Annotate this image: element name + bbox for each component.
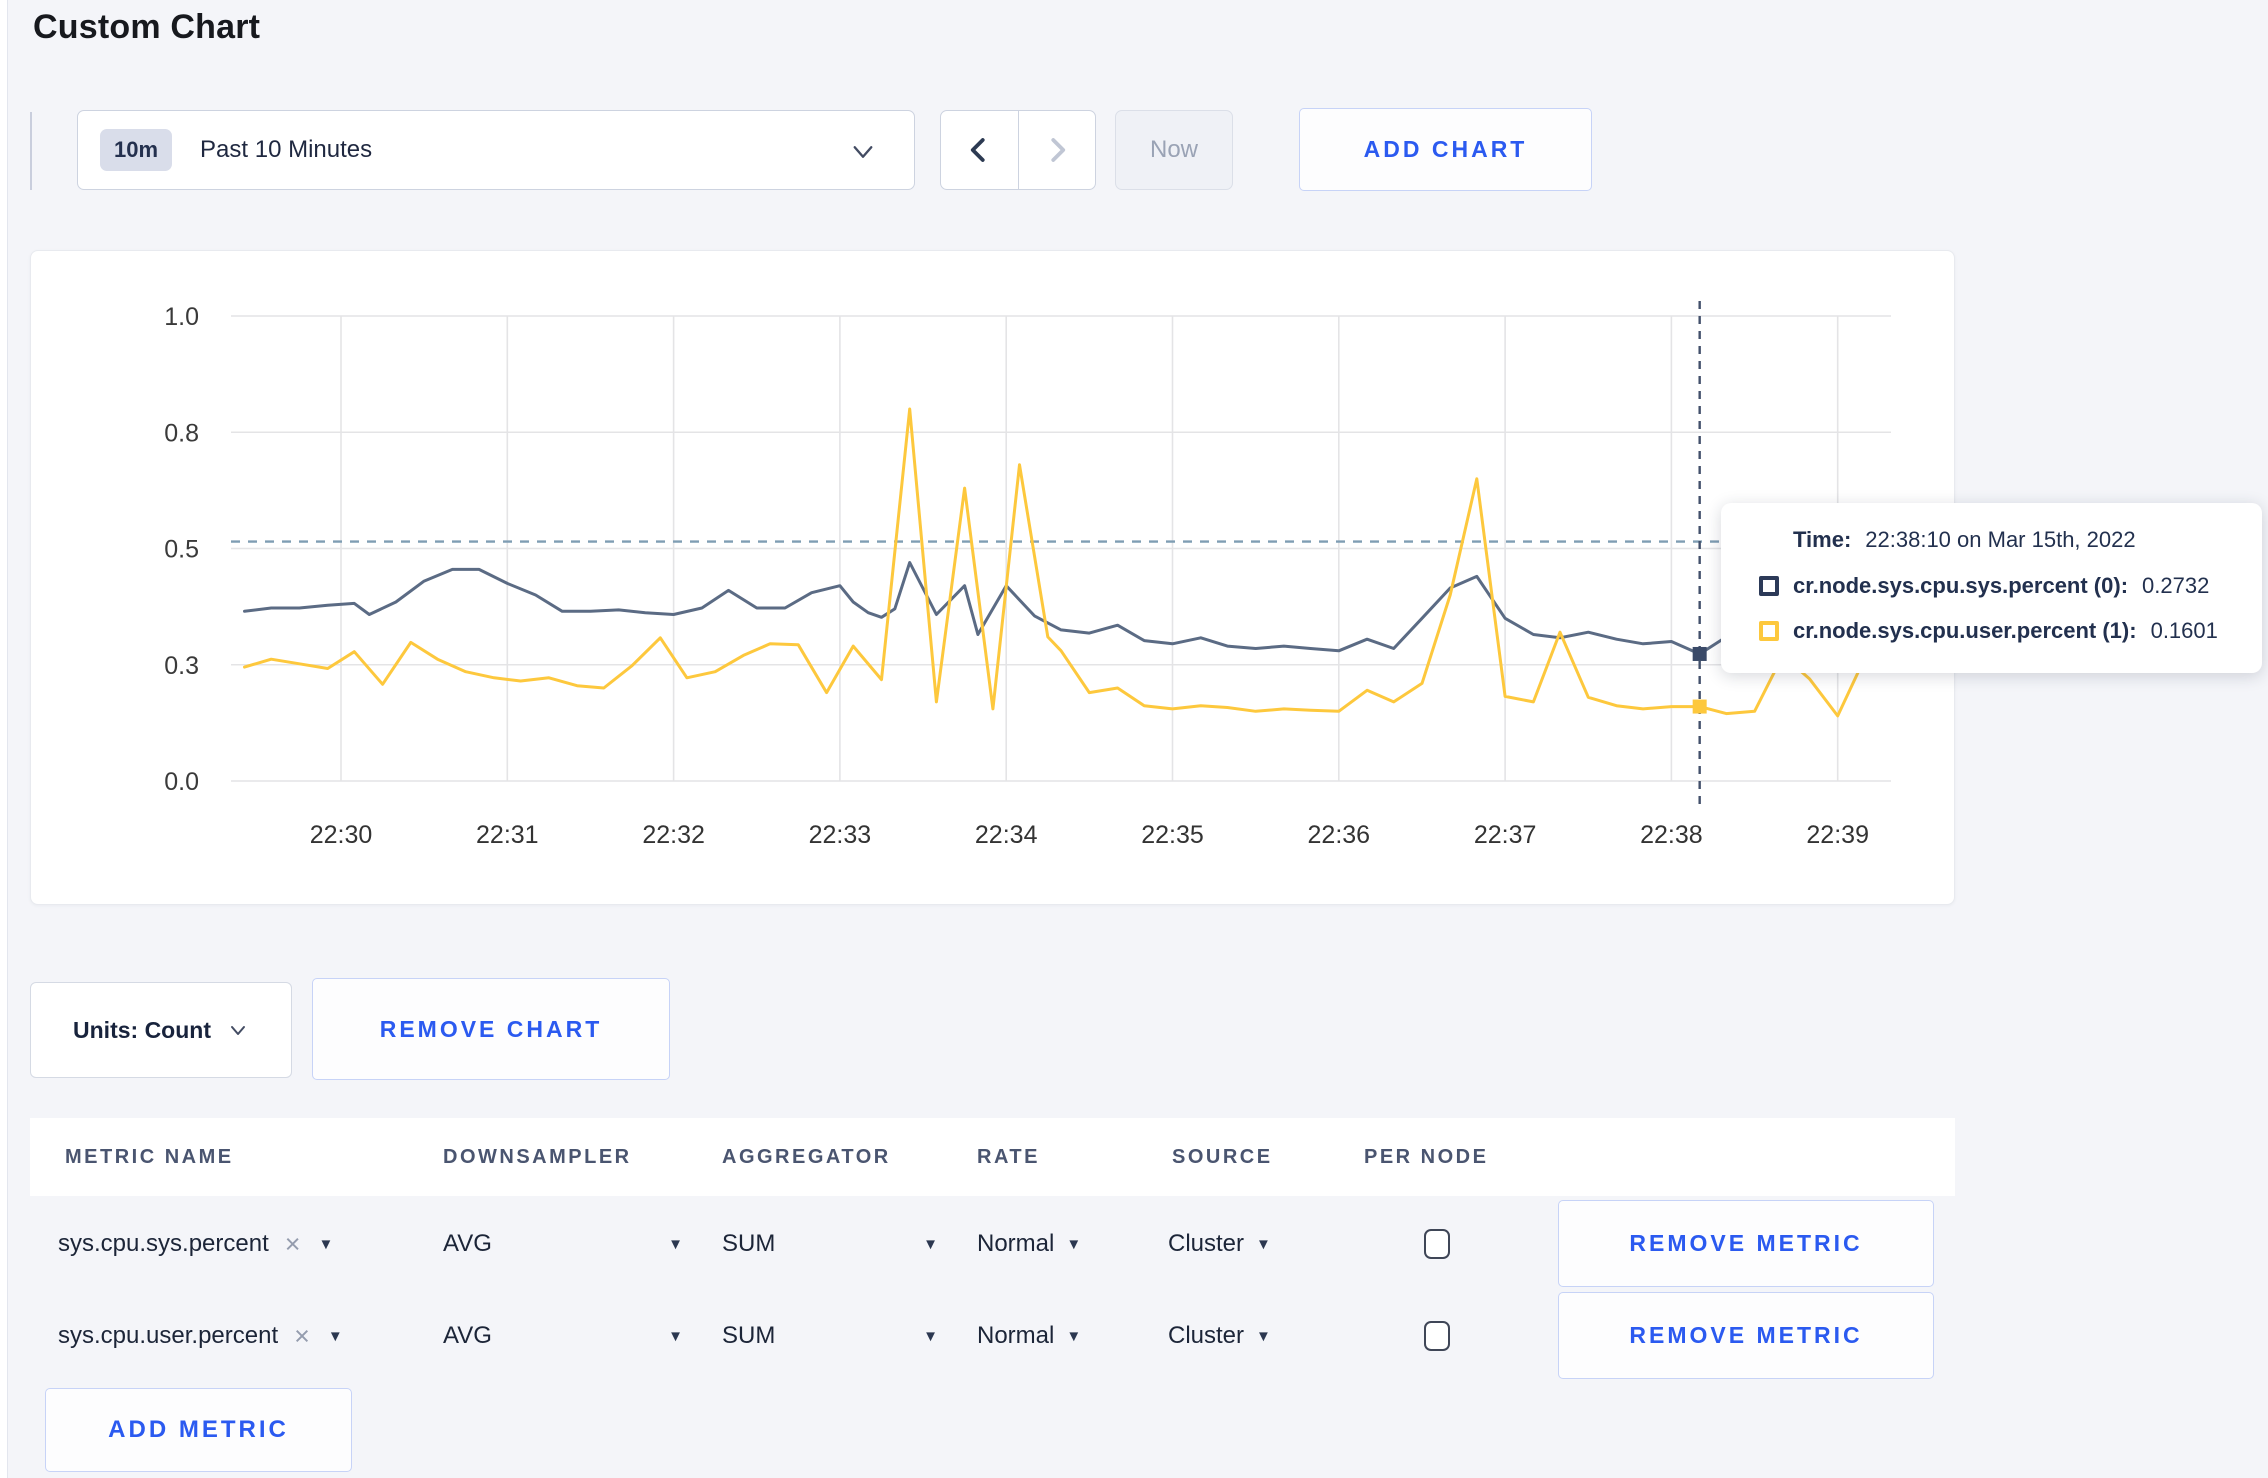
column-header-metric-name: METRIC NAME — [65, 1146, 234, 1168]
svg-text:22:36: 22:36 — [1308, 821, 1371, 849]
caret-down-icon[interactable]: ▼ — [923, 1328, 938, 1345]
caret-down-icon[interactable]: ▼ — [1256, 1236, 1271, 1253]
tooltip-series-value: 0.2732 — [2142, 573, 2210, 598]
rate-select[interactable]: Normal — [977, 1322, 1054, 1350]
caret-down-icon[interactable]: ▼ — [923, 1236, 938, 1253]
aggregator-select[interactable]: SUM — [722, 1230, 775, 1258]
tooltip-series-value: 0.1601 — [2150, 618, 2218, 643]
caret-down-icon[interactable]: ▼ — [668, 1236, 683, 1253]
column-header-per-node: PER NODE — [1364, 1146, 1489, 1168]
units-dropdown[interactable]: Units: Count — [30, 982, 292, 1078]
chart-tooltip: Time: 22:38:10 on Mar 15th, 2022 cr.node.… — [1721, 503, 2262, 673]
svg-text:1.0: 1.0 — [164, 303, 199, 331]
caret-down-icon[interactable]: ▼ — [1066, 1236, 1081, 1253]
caret-down-icon[interactable]: ▼ — [1066, 1328, 1081, 1345]
tooltip-series-name: cr.node.sys.cpu.user.percent (1): — [1793, 618, 2137, 643]
remove-metric-button[interactable]: REMOVE METRIC — [1558, 1200, 1934, 1287]
metric-name-value[interactable]: sys.cpu.user.percent — [58, 1322, 278, 1350]
timescale-dropdown[interactable]: 10m Past 10 Minutes — [77, 110, 915, 190]
svg-text:22:37: 22:37 — [1474, 821, 1537, 849]
chevron-down-icon — [230, 1026, 245, 1035]
series-swatch-sys-icon — [1759, 576, 1779, 596]
svg-text:22:39: 22:39 — [1806, 821, 1869, 849]
downsampler-select[interactable]: AVG — [443, 1230, 492, 1258]
previous-timespan-button[interactable] — [941, 111, 1019, 189]
clear-metric-icon[interactable]: × — [285, 1229, 301, 1260]
svg-text:0.5: 0.5 — [164, 536, 199, 564]
metric-row: sys.cpu.user.percent × ▼ AVG ▼ SUM ▼ Nor… — [30, 1292, 1955, 1380]
svg-text:22:32: 22:32 — [642, 821, 705, 849]
column-header-downsampler: DOWNSAMPLER — [443, 1146, 632, 1168]
svg-text:22:38: 22:38 — [1640, 821, 1703, 849]
per-node-checkbox[interactable] — [1424, 1321, 1450, 1351]
timescale-badge: 10m — [100, 129, 173, 171]
tooltip-series-name: cr.node.sys.cpu.sys.percent (0): — [1793, 573, 2129, 598]
page-title: Custom Chart — [33, 8, 261, 46]
column-header-source: SOURCE — [1172, 1146, 1273, 1168]
time-nav-group — [940, 110, 1096, 190]
now-button[interactable]: Now — [1115, 110, 1233, 190]
tooltip-time: Time: 22:38:10 on Mar 15th, 2022 — [1793, 527, 2136, 553]
source-select[interactable]: Cluster — [1168, 1322, 1244, 1350]
caret-down-icon[interactable]: ▼ — [328, 1328, 343, 1345]
chart-svg[interactable]: 0.0 0.3 0.5 0.8 1.0 22:30 22:31 22:32 22:33 22:34… — [31, 251, 1956, 906]
tooltip-series-row: cr.node.sys.cpu.user.percent (1): 0.1601 — [1759, 618, 2218, 644]
add-metric-button[interactable]: ADD METRIC — [45, 1388, 352, 1472]
tooltip-time-label: Time: — [1793, 527, 1852, 552]
remove-chart-button[interactable]: REMOVE CHART — [312, 978, 670, 1080]
caret-down-icon[interactable]: ▼ — [1256, 1328, 1271, 1345]
caret-down-icon[interactable]: ▼ — [319, 1236, 334, 1253]
page-left-gutter — [0, 0, 8, 1478]
svg-text:0.3: 0.3 — [164, 652, 199, 680]
caret-down-icon[interactable]: ▼ — [668, 1328, 683, 1345]
source-select[interactable]: Cluster — [1168, 1230, 1244, 1258]
series-swatch-user-icon — [1759, 621, 1779, 641]
rate-select[interactable]: Normal — [977, 1230, 1054, 1258]
downsampler-select[interactable]: AVG — [443, 1322, 492, 1350]
svg-text:0.0: 0.0 — [164, 768, 199, 796]
tooltip-time-value: 22:38:10 on Mar 15th, 2022 — [1865, 527, 2136, 552]
column-header-rate: RATE — [977, 1146, 1040, 1168]
clear-metric-icon[interactable]: × — [294, 1321, 310, 1352]
metric-row: sys.cpu.sys.percent × ▼ AVG ▼ SUM ▼ Norm… — [30, 1200, 1955, 1288]
add-chart-button[interactable]: ADD CHART — [1299, 108, 1592, 191]
timescale-label: Past 10 Minutes — [200, 136, 373, 163]
toolbar-divider — [30, 112, 32, 190]
chart-panel: 0.0 0.3 0.5 0.8 1.0 22:30 22:31 22:32 22:33 22:34… — [30, 250, 1955, 905]
units-label: Units: Count — [73, 1016, 211, 1043]
svg-text:22:34: 22:34 — [975, 821, 1038, 849]
chevron-right-icon — [1051, 138, 1065, 162]
svg-text:22:33: 22:33 — [809, 821, 872, 849]
remove-metric-button[interactable]: REMOVE METRIC — [1558, 1292, 1934, 1379]
metric-name-value[interactable]: sys.cpu.sys.percent — [58, 1230, 269, 1258]
column-header-aggregator: AGGREGATOR — [722, 1146, 891, 1168]
next-timespan-button[interactable] — [1019, 111, 1096, 189]
chevron-left-icon — [971, 138, 985, 162]
aggregator-select[interactable]: SUM — [722, 1322, 775, 1350]
svg-text:22:35: 22:35 — [1141, 821, 1204, 849]
svg-text:22:31: 22:31 — [476, 821, 539, 849]
svg-text:0.8: 0.8 — [164, 419, 199, 447]
svg-text:22:30: 22:30 — [310, 821, 373, 849]
per-node-checkbox[interactable] — [1424, 1229, 1450, 1259]
tooltip-series-row: cr.node.sys.cpu.sys.percent (0): 0.2732 — [1759, 573, 2209, 599]
chevron-down-icon — [850, 139, 876, 170]
